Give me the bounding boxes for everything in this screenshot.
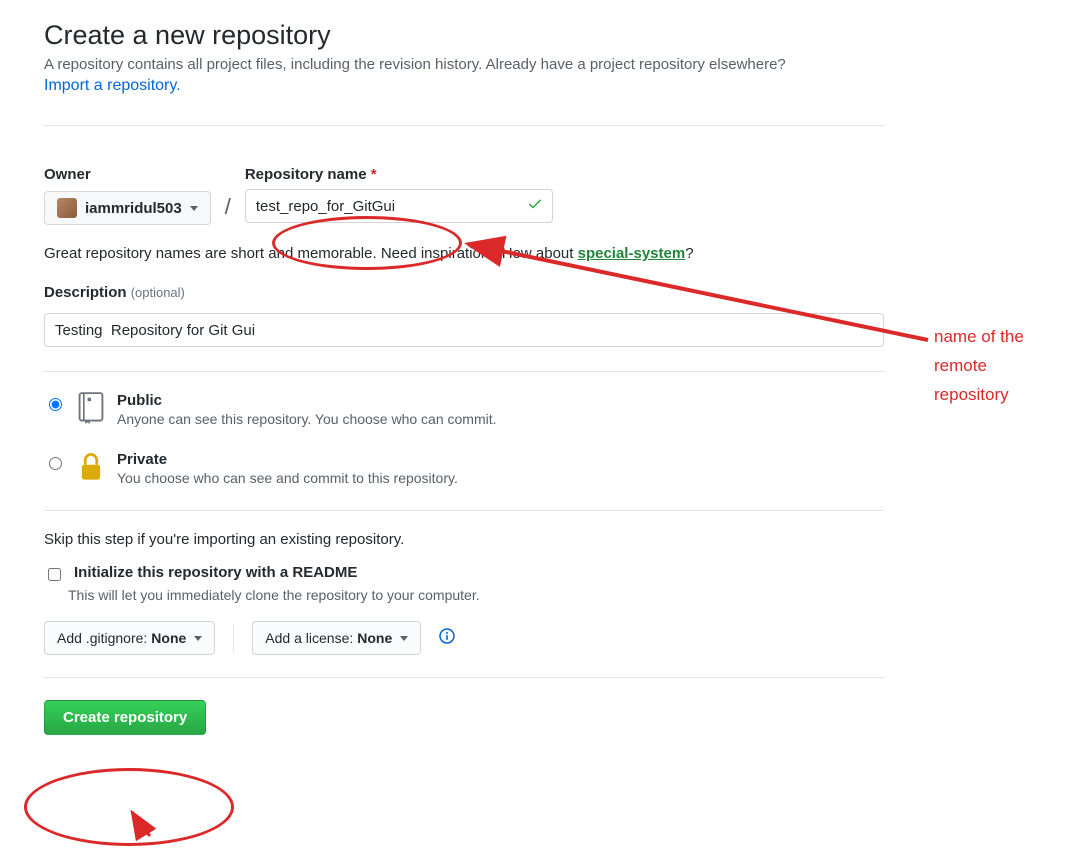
path-separator: /	[225, 172, 231, 220]
page-title: Create a new repository	[44, 20, 884, 51]
import-repository-link[interactable]: Import a repository.	[44, 77, 181, 94]
public-title: Public	[117, 392, 497, 409]
suggestion-link[interactable]: special-system	[578, 245, 686, 262]
private-radio[interactable]	[49, 457, 62, 470]
description-label-text: Description	[44, 284, 127, 301]
owner-select-button[interactable]: iammridul503	[44, 191, 211, 225]
subhead-text: A repository contains all project files,…	[44, 56, 786, 73]
repo-name-label-text: Repository name	[245, 166, 367, 183]
gitignore-value: None	[151, 630, 186, 646]
owner-label: Owner	[44, 166, 211, 183]
create-repository-button[interactable]: Create repository	[44, 700, 206, 735]
divider	[44, 125, 884, 126]
annotation-ellipse-create-button	[24, 768, 234, 846]
public-description: Anyone can see this repository. You choo…	[117, 411, 497, 427]
info-icon[interactable]	[439, 628, 455, 649]
checkmark-icon	[527, 196, 543, 217]
optional-text: (optional)	[131, 285, 185, 300]
license-value: None	[357, 630, 392, 646]
private-title: Private	[117, 451, 458, 468]
vertical-divider	[233, 624, 234, 652]
readme-checkbox[interactable]	[48, 568, 61, 581]
skip-text: Skip this step if you're importing an ex…	[44, 531, 884, 548]
license-label: Add a license:	[265, 630, 353, 646]
repo-icon	[77, 392, 105, 429]
gitignore-select[interactable]: Add .gitignore: None	[44, 621, 215, 655]
annotation-text: name of the remote repository	[934, 323, 1065, 410]
page-subhead: A repository contains all project files,…	[44, 56, 884, 73]
public-radio[interactable]	[49, 398, 62, 411]
caret-down-icon	[400, 636, 408, 641]
required-marker: *	[371, 166, 377, 183]
repo-name-hint: Great repository names are short and mem…	[44, 245, 884, 262]
divider	[44, 510, 884, 511]
repo-name-label: Repository name *	[245, 166, 553, 183]
description-label: Description (optional)	[44, 284, 884, 301]
gitignore-label: Add .gitignore:	[57, 630, 147, 646]
description-input[interactable]	[44, 313, 884, 347]
divider	[44, 677, 884, 678]
lock-icon	[77, 451, 105, 488]
readme-description: This will let you immediately clone the …	[68, 587, 884, 603]
readme-title: Initialize this repository with a README	[74, 564, 357, 581]
divider	[44, 371, 884, 372]
private-description: You choose who can see and commit to thi…	[117, 470, 458, 486]
caret-down-icon	[190, 206, 198, 211]
caret-down-icon	[194, 636, 202, 641]
annotation-ellipse-repo-name	[272, 216, 462, 270]
avatar	[57, 198, 77, 218]
license-select[interactable]: Add a license: None	[252, 621, 421, 655]
owner-username: iammridul503	[85, 200, 182, 217]
hint-suffix: ?	[685, 245, 693, 262]
